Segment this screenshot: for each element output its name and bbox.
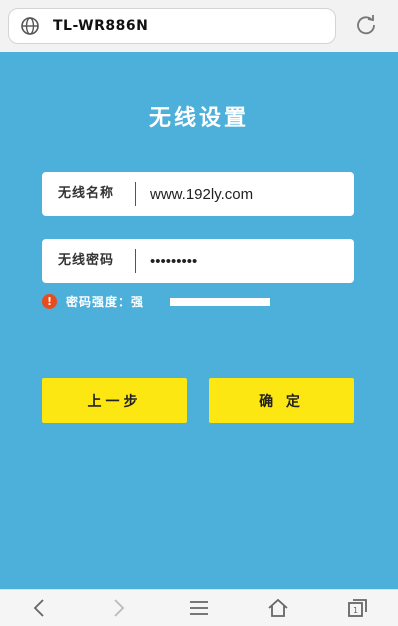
back-icon[interactable] — [28, 597, 52, 619]
strength-text: 密码强度：强 — [66, 295, 145, 309]
browser-bottom-bar: 1 — [0, 589, 398, 626]
ssid-label: 无线名称 — [58, 186, 115, 201]
strength-bar — [170, 298, 270, 306]
menu-icon[interactable] — [187, 597, 211, 619]
reload-icon[interactable] — [355, 14, 377, 36]
ssid-input[interactable] — [150, 180, 340, 208]
forward-icon[interactable] — [106, 597, 130, 619]
field-divider — [135, 182, 136, 206]
password-label: 无线密码 — [58, 253, 115, 268]
warning-icon: ! — [42, 294, 57, 309]
router-setup-page: 无线设置 无线名称 无线密码 ! 密码强度：强 上一步 确 定 — [0, 52, 398, 589]
address-text: TL-WR886N — [53, 18, 149, 34]
tabs-icon[interactable]: 1 — [346, 597, 370, 619]
password-input[interactable] — [150, 247, 340, 275]
password-field: 无线密码 — [42, 239, 354, 283]
address-bar[interactable]: TL-WR886N — [8, 8, 336, 44]
browser-toolbar: TL-WR886N — [0, 0, 398, 52]
ssid-field: 无线名称 — [42, 172, 354, 216]
prev-step-button[interactable]: 上一步 — [42, 378, 187, 423]
page-title: 无线设置 — [148, 105, 249, 131]
svg-text:1: 1 — [353, 606, 358, 615]
confirm-button[interactable]: 确 定 — [209, 378, 354, 423]
globe-icon — [21, 17, 39, 35]
home-icon[interactable] — [266, 597, 290, 619]
field-divider — [135, 249, 136, 273]
